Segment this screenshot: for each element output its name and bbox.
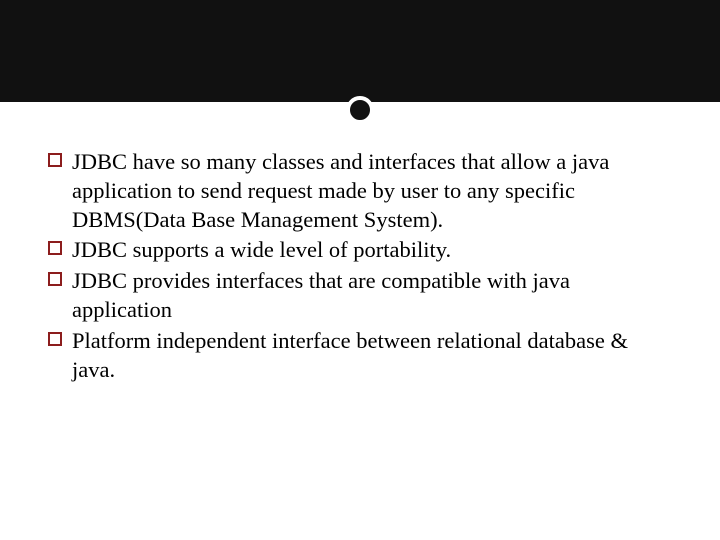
- square-bullet-icon: [48, 241, 62, 255]
- square-bullet-icon: [48, 153, 62, 167]
- square-bullet-icon: [48, 332, 62, 346]
- bullet-text: Platform independent interface between r…: [72, 328, 628, 382]
- title-band: [0, 0, 720, 102]
- list-item: JDBC have so many classes and interfaces…: [48, 148, 672, 234]
- body-text: JDBC have so many classes and interfaces…: [48, 148, 672, 386]
- slide: JDBC have so many classes and interfaces…: [0, 0, 720, 540]
- bullet-text: JDBC supports a wide level of portabilit…: [72, 237, 451, 262]
- bullet-text: JDBC provides interfaces that are compat…: [72, 268, 570, 322]
- list-item: Platform independent interface between r…: [48, 327, 672, 385]
- divider-line-right: [376, 106, 720, 108]
- divider-line-left: [0, 106, 344, 108]
- square-bullet-icon: [48, 272, 62, 286]
- bullet-text: JDBC have so many classes and interfaces…: [72, 149, 609, 232]
- list-item: JDBC supports a wide level of portabilit…: [48, 236, 672, 265]
- divider-circle-icon: [346, 96, 374, 124]
- list-item: JDBC provides interfaces that are compat…: [48, 267, 672, 325]
